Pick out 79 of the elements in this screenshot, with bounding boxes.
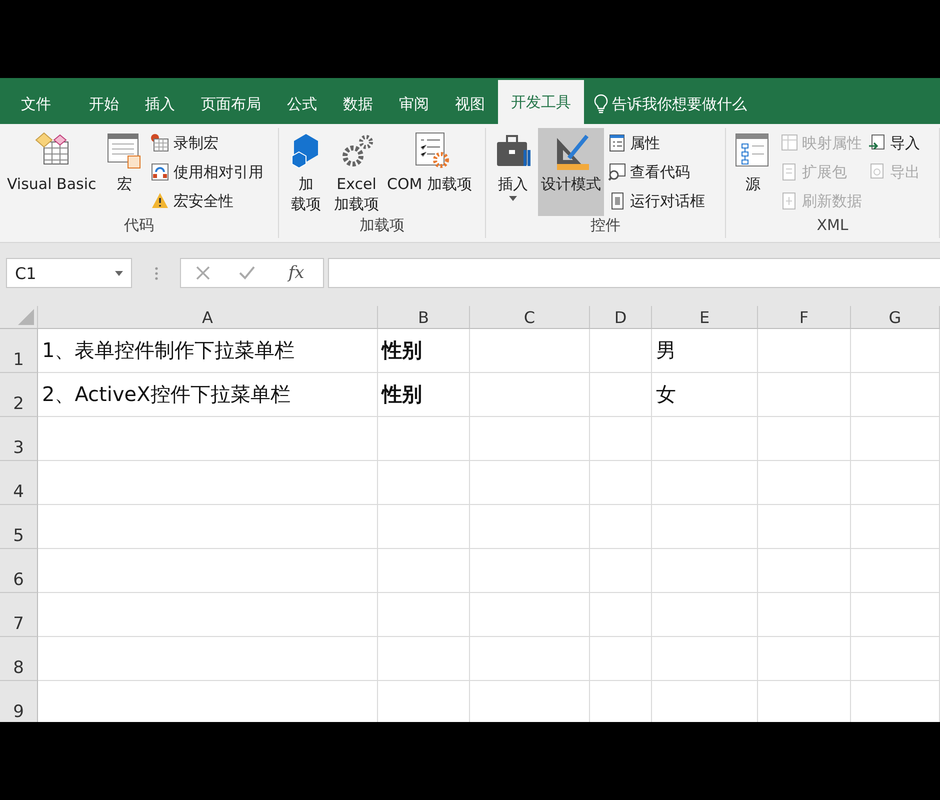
grip-icon xyxy=(154,266,158,280)
ribbon-command[interactable]: 查看代码 xyxy=(606,159,707,185)
row-header[interactable]: 6 xyxy=(0,549,38,593)
column-header[interactable]: E xyxy=(652,306,758,329)
table-cell xyxy=(590,549,652,593)
column-header[interactable]: G xyxy=(851,306,940,329)
column-header[interactable]: B xyxy=(378,306,470,329)
ribbon-button[interactable]: 插入 xyxy=(490,128,536,216)
column-header[interactable]: A xyxy=(38,306,378,329)
group-label: 代码 xyxy=(123,216,155,236)
ribbon-tab[interactable]: 开始 xyxy=(76,84,132,124)
ribbon-button[interactable]: 源 xyxy=(730,128,776,216)
column-header[interactable]: D xyxy=(590,306,652,329)
column-header[interactable]: C xyxy=(470,306,590,329)
properties-icon xyxy=(608,134,626,152)
table-cell: 性别 xyxy=(378,373,470,417)
ribbon-command[interactable]: 属性 xyxy=(606,130,707,156)
document-icon xyxy=(780,163,798,181)
tell-me-search[interactable]: 告诉我你想要做什么 xyxy=(612,94,747,114)
table-cell xyxy=(590,461,652,505)
ribbon-command[interactable]: 导入 xyxy=(866,130,922,156)
row-header[interactable]: 9 xyxy=(0,681,38,722)
ribbon-tab[interactable]: 公式 xyxy=(274,84,330,124)
column-header[interactable]: F xyxy=(758,306,851,329)
ribbon-button[interactable]: COM 加载项 xyxy=(384,128,475,216)
ribbon-command[interactable]: 宏安全性 xyxy=(149,188,266,214)
lightbulb-icon xyxy=(594,94,608,114)
refresh-data-icon xyxy=(780,192,798,210)
table-cell xyxy=(590,329,652,373)
select-all-icon xyxy=(18,309,34,325)
ribbon-tab[interactable]: 页面布局 xyxy=(188,84,274,124)
ribbon-button[interactable]: Visual Basic xyxy=(4,128,100,216)
row-header[interactable]: 8 xyxy=(0,637,38,681)
name-box[interactable]: C1 xyxy=(6,258,132,288)
group-label: XML xyxy=(816,216,850,236)
checkmark-icon xyxy=(239,266,256,280)
ribbon-button[interactable]: 宏 xyxy=(101,128,148,216)
row-header[interactable]: 7 xyxy=(0,593,38,637)
insert-function-button[interactable]: fx xyxy=(284,263,308,283)
map-properties-icon xyxy=(780,134,798,152)
row-header[interactable]: 3 xyxy=(0,417,38,461)
ribbon-tab[interactable]: 审阅 xyxy=(386,84,442,124)
group-label: 加载项 xyxy=(358,216,406,236)
ribbon-command[interactable]: 运行对话框 xyxy=(606,188,707,214)
dropdown-caret-icon xyxy=(115,270,123,276)
table-cell: 女 xyxy=(652,373,758,417)
row-header[interactable]: 1 xyxy=(0,329,38,373)
caret-icon xyxy=(509,196,517,201)
table-cell: 2、ActiveX控件下拉菜单栏 xyxy=(38,373,378,417)
ribbon-command[interactable]: 使用相对引用 xyxy=(149,159,266,185)
row-header[interactable]: 2 xyxy=(0,373,38,417)
table-cell xyxy=(590,417,652,461)
import-icon xyxy=(868,134,886,152)
warning-icon xyxy=(151,192,170,210)
row-header[interactable]: 4 xyxy=(0,461,38,505)
ribbon-tab[interactable]: 插入 xyxy=(132,84,188,124)
table-cell xyxy=(590,593,652,637)
table-cell xyxy=(590,373,652,417)
ribbon-tab[interactable]: 开发工具 xyxy=(498,80,584,124)
table-cell xyxy=(590,505,652,549)
relative-reference-icon xyxy=(151,163,170,181)
table-cell: 男 xyxy=(652,329,758,373)
ribbon-button[interactable]: 设计模式 xyxy=(538,128,604,216)
ribbon-tab[interactable]: 数据 xyxy=(330,84,386,124)
cancel-icon xyxy=(196,266,210,280)
formula-input[interactable] xyxy=(328,258,940,288)
ribbon-button[interactable]: 加 载项 xyxy=(283,128,329,216)
group-label: 控件 xyxy=(590,216,622,236)
ribbon-tab[interactable]: 文件 xyxy=(8,84,64,124)
row-header[interactable]: 5 xyxy=(0,505,38,549)
ribbon-command[interactable]: 录制宏 xyxy=(149,130,266,156)
ribbon-tab[interactable]: 视图 xyxy=(442,84,498,124)
table-cell: 1、表单控件制作下拉菜单栏 xyxy=(38,329,378,373)
view-code-icon xyxy=(608,163,626,181)
record-macro-icon xyxy=(151,134,170,152)
table-cell xyxy=(590,637,652,681)
ribbon-button[interactable]: Excel 加载项 xyxy=(331,128,382,216)
table-cell: 性别 xyxy=(378,329,470,373)
export-icon xyxy=(868,163,886,181)
